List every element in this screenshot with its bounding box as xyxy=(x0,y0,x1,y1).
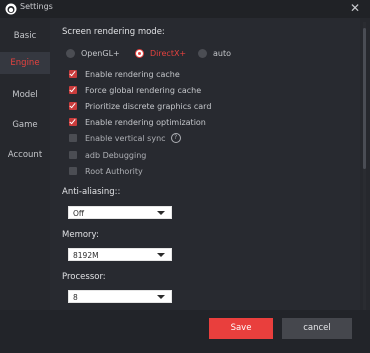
checkbox-indicator xyxy=(69,102,77,110)
checkbox-indicator xyxy=(69,118,77,126)
dialog-footer: Save cancel xyxy=(0,310,370,353)
checkbox-indicator xyxy=(69,86,77,94)
radio-auto[interactable]: auto xyxy=(198,49,231,58)
radio-indicator xyxy=(66,49,75,58)
checkbox-enable-rendering-optimization[interactable]: Enable rendering optimization xyxy=(69,116,206,128)
app-logo-icon xyxy=(5,3,17,15)
processor-value: 8 xyxy=(73,293,78,302)
checkbox-root-authority[interactable]: Root Authority xyxy=(69,165,143,177)
checkbox-adb-debugging[interactable]: adb Debugging xyxy=(69,149,146,161)
settings-window: Settings ✕ Basic Engine Model Game Accou… xyxy=(0,0,370,353)
radio-directx[interactable]: DirectX+ xyxy=(135,49,186,58)
settings-sidebar: Basic Engine Model Game Account xyxy=(0,18,50,353)
sidebar-item-model[interactable]: Model xyxy=(0,84,50,106)
sidebar-item-game[interactable]: Game xyxy=(0,114,50,136)
close-icon[interactable]: ✕ xyxy=(350,1,360,15)
title-bar: Settings ✕ xyxy=(0,0,370,18)
checkbox-label: Enable vertical sync xyxy=(85,133,166,143)
scrollbar-thumb[interactable] xyxy=(363,28,366,169)
save-button[interactable]: Save xyxy=(209,318,273,339)
content-scrollbar[interactable] xyxy=(361,22,367,310)
checkbox-label: Enable rendering cache xyxy=(85,69,180,79)
question-icon[interactable]: ? xyxy=(170,133,181,143)
engine-settings-panel: Screen rendering mode: OpenGL+ DirectX+ … xyxy=(50,18,360,310)
checkbox-label: Prioritize discrete graphics card xyxy=(85,101,212,111)
anti-aliasing-value: Off xyxy=(73,209,85,218)
cancel-button[interactable]: cancel xyxy=(282,318,352,339)
checkbox-indicator xyxy=(69,134,77,142)
sidebar-item-basic[interactable]: Basic xyxy=(0,25,50,47)
checkbox-indicator xyxy=(69,151,77,159)
sidebar-item-engine[interactable]: Engine xyxy=(0,52,50,74)
radio-opengl[interactable]: OpenGL+ xyxy=(66,49,120,58)
checkbox-force-global-rendering-cache[interactable]: Force global rendering cache xyxy=(69,84,201,96)
checkbox-label: Force global rendering cache xyxy=(85,85,202,95)
chevron-down-icon xyxy=(157,211,165,215)
radio-label: DirectX+ xyxy=(150,49,187,58)
anti-aliasing-select[interactable]: Off xyxy=(68,206,172,219)
checkbox-enable-rendering-cache[interactable]: Enable rendering cache xyxy=(69,68,180,80)
radio-indicator xyxy=(198,49,207,58)
rendering-mode-group: OpenGL+ DirectX+ auto xyxy=(66,49,326,61)
sidebar-item-account[interactable]: Account xyxy=(0,144,50,166)
radio-label: OpenGL+ xyxy=(81,49,120,58)
anti-aliasing-title: Anti-aliasing:: xyxy=(62,187,121,197)
checkbox-label: Root Authority xyxy=(85,166,143,176)
checkbox-label: Enable rendering optimization xyxy=(85,117,206,127)
checkbox-label: adb Debugging xyxy=(85,150,147,160)
radio-indicator xyxy=(135,49,144,58)
chevron-down-icon xyxy=(157,295,165,299)
memory-value: 8192M xyxy=(73,251,99,260)
checkbox-indicator xyxy=(69,70,77,78)
checkbox-indicator xyxy=(69,167,77,175)
radio-label: auto xyxy=(213,49,232,58)
processor-title: Processor: xyxy=(62,272,106,282)
rendering-mode-title: Screen rendering mode: xyxy=(62,27,165,37)
window-title: Settings xyxy=(20,2,53,11)
memory-select[interactable]: 8192M xyxy=(68,248,172,261)
memory-title: Memory: xyxy=(62,230,99,240)
checkbox-prioritize-discrete-gpu[interactable]: Prioritize discrete graphics card xyxy=(69,100,211,112)
checkbox-enable-vertical-sync[interactable]: Enable vertical sync ? xyxy=(69,132,181,144)
chevron-down-icon xyxy=(157,253,165,257)
processor-select[interactable]: 8 xyxy=(68,290,172,303)
